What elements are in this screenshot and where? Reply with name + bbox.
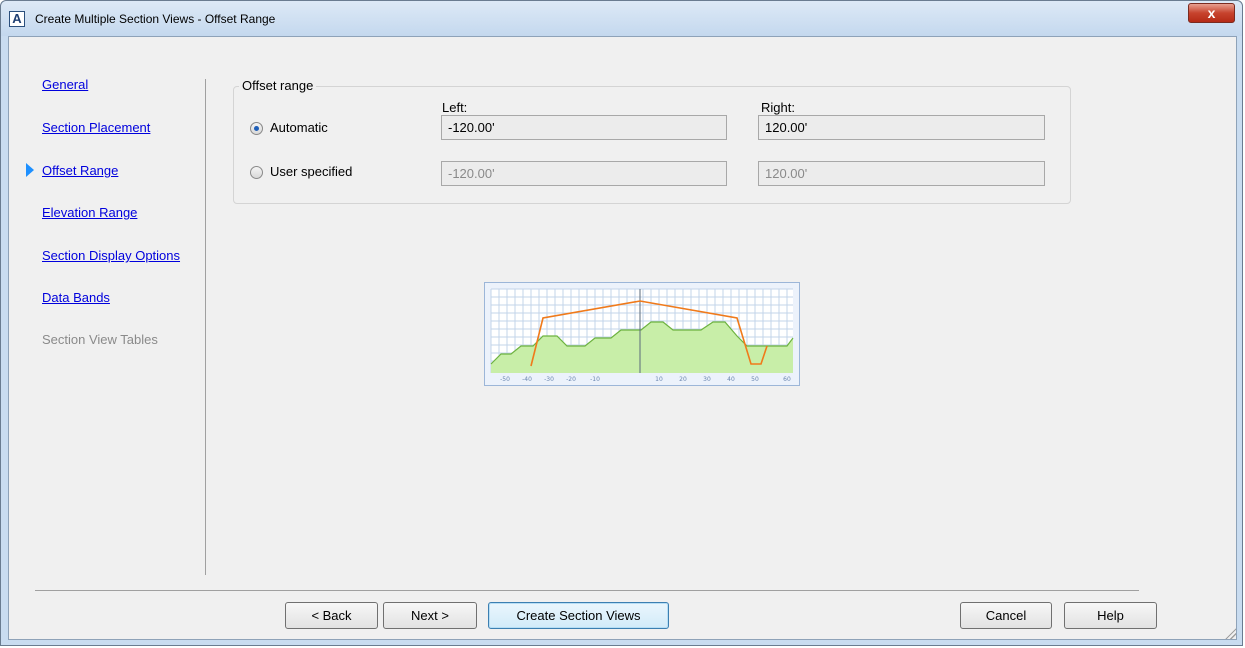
nav-item-section-display-options[interactable]: Section Display Options (42, 248, 180, 263)
nav-item-section-placement[interactable]: Section Placement (42, 120, 150, 135)
preview-tick-label: -50 (500, 376, 510, 383)
next-button[interactable]: Next > (383, 602, 477, 629)
current-page-arrow-icon (26, 163, 34, 177)
offset-range-legend: Offset range (239, 78, 317, 93)
close-button[interactable]: x (1188, 3, 1235, 23)
automatic-left-field: -120.00' (441, 115, 727, 140)
automatic-radio[interactable] (250, 122, 263, 135)
preview-tick-label: 50 (751, 376, 759, 383)
automatic-right-field: 120.00' (758, 115, 1045, 140)
preview-tick-label: 60 (783, 376, 791, 383)
preview-tick-label: -20 (566, 376, 576, 383)
nav-item-section-view-tables: Section View Tables (42, 332, 158, 347)
dialog-window: A Create Multiple Section Views - Offset… (0, 0, 1243, 646)
user-specified-right-field[interactable]: 120.00' (758, 161, 1045, 186)
user-specified-left-field[interactable]: -120.00' (441, 161, 727, 186)
offset-range-group (233, 86, 1071, 204)
autocad-app-icon: A (9, 11, 25, 27)
user-specified-radio[interactable] (250, 166, 263, 179)
cancel-button[interactable]: Cancel (960, 602, 1052, 629)
user-specified-radio-label[interactable]: User specified (270, 164, 352, 179)
nav-item-general[interactable]: General (42, 77, 88, 92)
left-column-label: Left: (442, 100, 468, 115)
preview-tick-label: 10 (655, 376, 663, 383)
preview-tick-label: 30 (703, 376, 711, 383)
title-bar[interactable]: A Create Multiple Section Views - Offset… (1, 1, 1242, 36)
automatic-radio-label[interactable]: Automatic (270, 120, 328, 135)
preview-tick-label: 20 (679, 376, 687, 383)
dialog-body: General Section Placement Offset Range E… (8, 36, 1237, 640)
right-column-label: Right: (761, 100, 795, 115)
nav-divider (205, 79, 206, 575)
offset-range-preview: -50 -40 -30 -20 -10 10 20 30 40 50 60 (484, 282, 800, 386)
nav-item-data-bands[interactable]: Data Bands (42, 290, 110, 305)
resize-grip-icon[interactable] (1224, 627, 1236, 639)
offset-range-preview-image: -50 -40 -30 -20 -10 10 20 30 40 50 60 (490, 288, 794, 383)
create-section-views-button[interactable]: Create Section Views (488, 602, 669, 629)
nav-item-offset-range[interactable]: Offset Range (42, 163, 118, 178)
preview-tick-label: -40 (522, 376, 532, 383)
preview-tick-label: -10 (590, 376, 600, 383)
button-divider (35, 590, 1139, 591)
preview-tick-label: -30 (544, 376, 554, 383)
back-button[interactable]: < Back (285, 602, 378, 629)
help-button[interactable]: Help (1064, 602, 1157, 629)
nav-item-elevation-range[interactable]: Elevation Range (42, 205, 137, 220)
preview-tick-label: 40 (727, 376, 735, 383)
window-title: Create Multiple Section Views - Offset R… (35, 12, 276, 26)
